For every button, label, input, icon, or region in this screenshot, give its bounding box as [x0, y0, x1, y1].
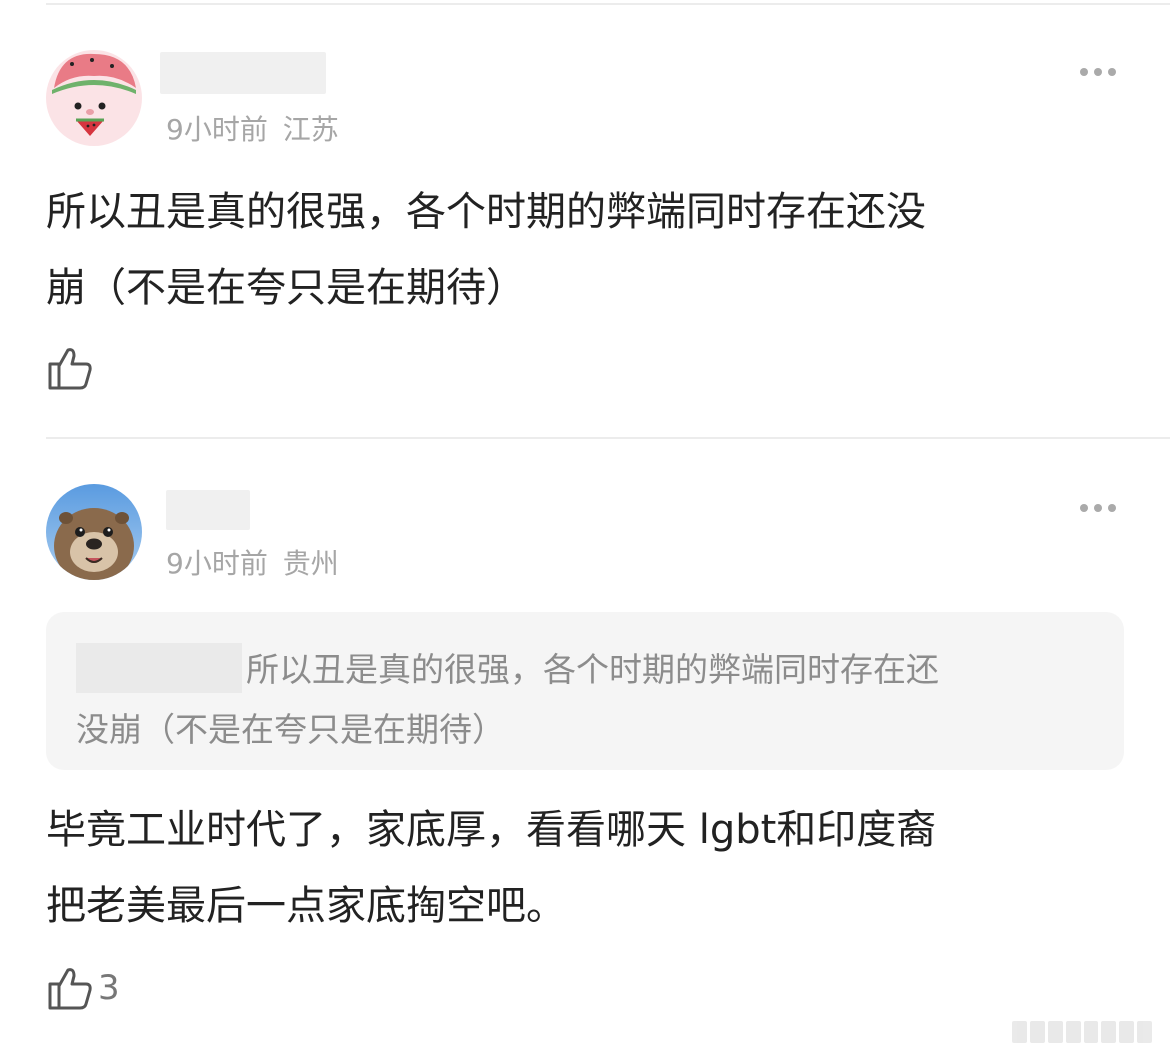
comment-time: 9小时前: [166, 113, 268, 146]
quoted-comment[interactable]: 所以丑是真的很强，各个时期的弊端同时存在还 没崩（不是在夸只是在期待）: [46, 612, 1124, 770]
quoted-text: 所以丑是真的很强，各个时期的弊端同时存在还: [246, 650, 939, 689]
comment-location: 贵州: [282, 547, 339, 580]
comment-text: 所以丑是真的很强，各个时期的弊端同时存在还没 崩（不是在夸只是在期待）: [46, 174, 1136, 326]
thumbs-up-icon: [48, 968, 92, 1010]
comment-time: 9小时前: [166, 547, 268, 580]
comment-location: 江苏: [282, 113, 339, 146]
pink-character-avatar-icon: [46, 50, 142, 146]
comment-text-line: 把老美最后一点家底掏空吧。: [46, 883, 566, 929]
otter-avatar-icon: [46, 484, 142, 580]
more-horizontal-icon[interactable]: [1080, 68, 1116, 76]
username-masked[interactable]: [166, 490, 250, 530]
comment-divider: [46, 437, 1170, 439]
like-count: 3: [98, 968, 120, 1008]
avatar[interactable]: [46, 484, 142, 580]
like-button[interactable]: [46, 344, 98, 392]
comment-meta: 9小时前 江苏: [166, 108, 339, 148]
comment-text-line: 崩（不是在夸只是在期待）: [46, 265, 526, 311]
comment-meta: 9小时前 贵州: [166, 542, 339, 582]
quoted-username-masked: [76, 643, 242, 693]
avatar[interactable]: [46, 50, 142, 146]
quoted-comment-line: 没崩（不是在夸只是在期待）: [76, 710, 505, 749]
top-divider: [46, 3, 1170, 5]
comment-text-line: 毕竟工业时代了，家底厚，看看哪天 lgbt和印度裔: [46, 807, 937, 853]
more-horizontal-icon[interactable]: [1080, 504, 1116, 512]
comment-text: 毕竟工业时代了，家底厚，看看哪天 lgbt和印度裔 把老美最后一点家底掏空吧。: [46, 792, 1136, 944]
watermark: [1012, 1021, 1152, 1043]
thumbs-up-icon: [48, 348, 92, 390]
like-button[interactable]: 3: [46, 964, 120, 1012]
quoted-comment-line: 所以丑是真的很强，各个时期的弊端同时存在还: [76, 640, 1084, 700]
comment-text-line: 所以丑是真的很强，各个时期的弊端同时存在还没: [46, 189, 926, 235]
username-masked[interactable]: [160, 52, 326, 94]
